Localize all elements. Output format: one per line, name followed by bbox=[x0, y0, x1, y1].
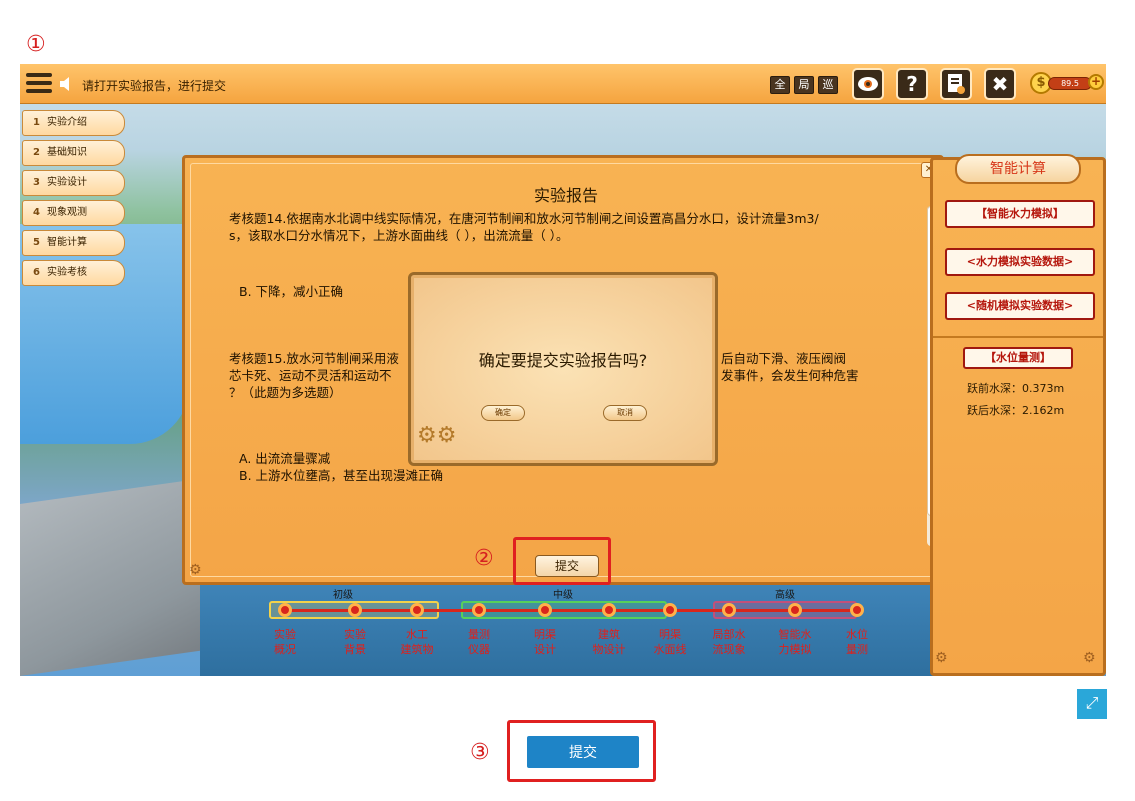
progress-node[interactable] bbox=[348, 603, 362, 617]
question-15-line-1-right: 后自动下滑、液压阀阀 bbox=[721, 351, 847, 366]
progress-node[interactable] bbox=[472, 603, 486, 617]
local-view-button[interactable]: 局 bbox=[794, 76, 814, 94]
step-number: 3 bbox=[33, 177, 40, 188]
confirm-button[interactable]: 确定 bbox=[481, 405, 525, 421]
report-icon[interactable] bbox=[940, 68, 972, 100]
full-view-button[interactable]: 全 bbox=[770, 76, 790, 94]
step-number: 1 bbox=[33, 117, 40, 128]
eye-icon-glyph bbox=[858, 77, 878, 91]
report-icon-glyph bbox=[948, 74, 965, 94]
progress-node-label[interactable]: 量测 仪器 bbox=[449, 627, 509, 657]
hint-text: 请打开实验报告，进行提交 bbox=[82, 79, 227, 93]
step-number: 4 bbox=[33, 207, 40, 218]
gear-icon: ⚙ bbox=[935, 650, 948, 666]
hydraulic-sim-data-button[interactable]: <水力模拟实验数据> bbox=[945, 248, 1095, 276]
progress-node[interactable] bbox=[602, 603, 616, 617]
step-label: 实验考核 bbox=[47, 267, 87, 278]
patrol-view-button[interactable]: 巡 bbox=[818, 76, 838, 94]
step-item-6[interactable]: 6 实验考核 bbox=[22, 260, 125, 286]
level-advanced-label: 高级 bbox=[775, 590, 795, 601]
question-15-answer-b: B. 上游水位壅高，甚至出现漫滩正确 bbox=[239, 468, 444, 483]
question-15-line-2-right: 发事件，会发生何种危害 bbox=[721, 368, 859, 383]
progress-node[interactable] bbox=[538, 603, 552, 617]
tools-icon[interactable]: ✖ bbox=[984, 68, 1016, 100]
smart-hydraulic-sim-button[interactable]: 【智能水力模拟】 bbox=[945, 200, 1095, 228]
page-submit-button[interactable]: 提交 bbox=[527, 736, 639, 768]
progress-node[interactable] bbox=[722, 603, 736, 617]
step-label: 实验设计 bbox=[47, 177, 87, 188]
question-14-line-2: s，该取水口分水情况下，上游水面曲线（ ），出流流量（ ）。 bbox=[229, 228, 569, 243]
smart-calc-panel: 智能计算 【智能水力模拟】 <水力模拟实验数据> <随机模拟实验数据> 【水位量… bbox=[930, 154, 1106, 676]
step-number: 5 bbox=[33, 237, 40, 248]
progress-node[interactable] bbox=[278, 603, 292, 617]
step-label: 基础知识 bbox=[47, 147, 87, 158]
step-item-4[interactable]: 4 现象观测 bbox=[22, 200, 125, 226]
highlight-report-submit bbox=[513, 537, 611, 585]
after-jump-depth: 跃后水深：2.162m bbox=[967, 404, 1065, 417]
top-toolbar: 请打开实验报告，进行提交 全 局 巡 ? ✖ $ 89.5 + bbox=[20, 64, 1106, 104]
callout-1: ① bbox=[26, 32, 46, 57]
progress-node-label[interactable]: 明渠 水面线 bbox=[640, 627, 700, 657]
progress-node[interactable] bbox=[788, 603, 802, 617]
before-jump-depth: 跃前水深：0.373m bbox=[967, 382, 1065, 395]
step-item-2[interactable]: 2 基础知识 bbox=[22, 140, 125, 166]
progress-node[interactable] bbox=[410, 603, 424, 617]
report-title: 实验报告 bbox=[533, 186, 598, 205]
question-14-line-1: 考核题14.依据南水北调中线实际情况，在唐河节制闸和放水河节制闸之间设置高昌分水… bbox=[229, 211, 819, 226]
step-number: 6 bbox=[33, 267, 40, 278]
progress-node-label[interactable]: 建筑 物设计 bbox=[579, 627, 639, 657]
progress-node-label[interactable]: 实验 背景 bbox=[325, 627, 385, 657]
random-sim-data-button[interactable]: <随机模拟实验数据> bbox=[945, 292, 1095, 320]
step-label: 现象观测 bbox=[47, 207, 87, 218]
progress-node-label[interactable]: 局部水 流现象 bbox=[699, 627, 759, 657]
question-15-line-1-left: 考核题15.放水河节制闸采用液 bbox=[229, 351, 399, 366]
panel-title: 智能计算 bbox=[955, 154, 1081, 184]
level-middle-label: 中级 bbox=[553, 590, 573, 601]
water-level-tag: 【水位量测】 bbox=[963, 347, 1073, 369]
step-item-5[interactable]: 5 智能计算 bbox=[22, 230, 125, 256]
help-icon[interactable]: ? bbox=[896, 68, 928, 100]
progress-node-label[interactable]: 智能水 力模拟 bbox=[765, 627, 825, 657]
step-number: 2 bbox=[33, 147, 40, 158]
step-label: 智能计算 bbox=[47, 237, 87, 248]
confirm-message: 确定要提交实验报告吗? bbox=[478, 351, 648, 370]
gear-icon: ⚙ bbox=[189, 562, 202, 578]
progress-track: 初级 中级 高级 实验 概况 实验 背景 水工 建筑物 量测 仪器 明渠 设计 建筑 物设计 明渠 水面线… bbox=[245, 583, 885, 676]
step-item-1[interactable]: 1 实验介绍 bbox=[22, 110, 125, 136]
step-label: 实验介绍 bbox=[47, 117, 87, 128]
gear-icon: ⚙ bbox=[1083, 650, 1096, 666]
progress-node[interactable] bbox=[663, 603, 677, 617]
step-item-3[interactable]: 3 实验设计 bbox=[22, 170, 125, 196]
page: ① 请打开实验报告，进行提交 全 局 巡 ? ✖ $ 89.5 + 1 实验介绍… bbox=[0, 0, 1135, 801]
gear-icon: ⚙⚙ bbox=[417, 423, 457, 448]
panel-divider bbox=[933, 336, 1103, 338]
progress-node-label[interactable]: 水位 量测 bbox=[827, 627, 887, 657]
progress-line bbox=[281, 609, 861, 612]
cancel-button[interactable]: 取消 bbox=[603, 405, 647, 421]
coin-balance: 89.5 bbox=[1048, 77, 1092, 90]
progress-node-label[interactable]: 实验 概况 bbox=[255, 627, 315, 657]
confirm-dialog: 确定要提交实验报告吗? 确定 取消 ⚙⚙ bbox=[408, 272, 718, 466]
callout-2: ② bbox=[474, 546, 494, 571]
eye-icon[interactable] bbox=[852, 68, 884, 100]
progress-node[interactable] bbox=[850, 603, 864, 617]
progress-node-label[interactable]: 水工 建筑物 bbox=[387, 627, 447, 657]
question-15-line-2-left: 芯卡死、运动不灵活和运动不 bbox=[229, 368, 392, 383]
speaker-icon[interactable] bbox=[60, 76, 74, 92]
callout-3: ③ bbox=[470, 740, 490, 765]
progress-node-label[interactable]: 明渠 设计 bbox=[515, 627, 575, 657]
hamburger-menu-icon[interactable] bbox=[26, 73, 52, 95]
expand-icon[interactable]: ⤢ bbox=[1077, 689, 1107, 719]
level-beginner-label: 初级 bbox=[333, 590, 353, 601]
step-menu: 1 实验介绍 2 基础知识 3 实验设计 4 现象观测 5 智能计算 6 实验考核 bbox=[22, 110, 125, 290]
add-coin-button[interactable]: + bbox=[1088, 74, 1104, 90]
